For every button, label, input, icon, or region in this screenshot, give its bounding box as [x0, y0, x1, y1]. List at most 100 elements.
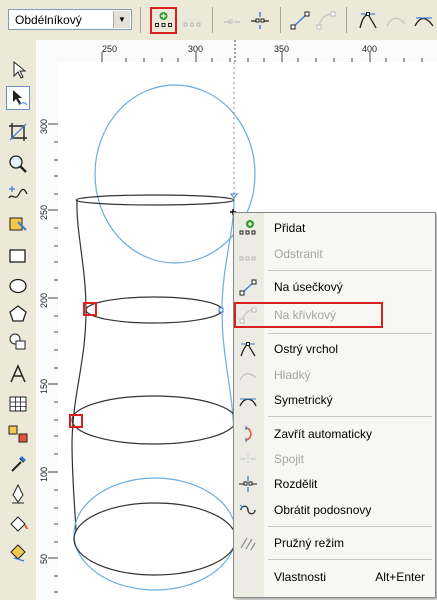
elastic-mode-icon: [240, 537, 256, 551]
ruler-label: 350: [274, 44, 290, 54]
menu-item-label: Ostrý vrchol: [274, 342, 339, 356]
menu-item-label: Přidat: [274, 221, 306, 235]
text-tool[interactable]: [6, 362, 30, 386]
menu-item-elastic-mode[interactable]: Pružný režim: [234, 532, 435, 554]
to-curve-icon: [316, 11, 336, 30]
menu-item-cusp[interactable]: Ostrý vrchol: [234, 338, 435, 360]
toolbar-separator: [346, 7, 347, 33]
ellipse-middle: [71, 395, 237, 445]
menu-item-label: Na úsečkový: [274, 280, 343, 294]
to-curve-button[interactable]: [314, 8, 338, 32]
fill-tool[interactable]: [6, 512, 30, 536]
eyedropper-icon: [11, 455, 27, 472]
symmetric-node-icon: [414, 17, 434, 27]
ruler-label: 300: [188, 44, 204, 54]
chevron-down-icon[interactable]: ▼: [113, 11, 130, 28]
ruler-label: 50: [39, 553, 49, 564]
node-highlight-box: [83, 302, 97, 316]
menu-item-label: Spojit: [274, 452, 305, 466]
ellipse-neck: [85, 296, 223, 324]
table-tool[interactable]: [6, 392, 30, 416]
break-curve-icon: [251, 12, 269, 29]
text-a-icon: [10, 364, 26, 383]
outline-pen-tool[interactable]: [6, 482, 30, 506]
crop-icon: [9, 123, 27, 141]
crop-tool[interactable]: [6, 120, 30, 144]
polygon-tool[interactable]: [6, 302, 30, 326]
break-apart-icon: [239, 476, 257, 492]
interactive-fill-icon: [10, 544, 26, 562]
smooth-node-icon: [239, 373, 257, 381]
break-curve-button[interactable]: [248, 8, 272, 32]
toolbar-separator: [212, 7, 213, 33]
add-node-icon: [239, 220, 256, 235]
pick-tool[interactable]: [6, 58, 30, 82]
menu-item-properties[interactable]: Vlastnosti Alt+Enter: [234, 566, 435, 588]
menu-separator: [268, 270, 432, 271]
ruler-label: 200: [39, 292, 49, 308]
delete-node-button[interactable]: [180, 8, 204, 32]
menu-item-reverse[interactable]: Obrátit podosnovy: [234, 499, 435, 521]
toolbox: [0, 40, 37, 600]
magnifier-icon: [9, 155, 27, 173]
top-blue-ellipse: [94, 84, 256, 264]
add-node-button[interactable]: [150, 7, 177, 34]
reverse-direction-icon: [239, 504, 256, 515]
property-bar: Obdélníkový ▼: [0, 0, 437, 41]
cusp-node-button[interactable]: [356, 8, 380, 32]
menu-item-label: Obrátit podosnovy: [274, 503, 372, 517]
smooth-node-button[interactable]: [384, 8, 408, 32]
menu-item-delete[interactable]: Odstranit: [234, 243, 435, 265]
basic-shapes-tool[interactable]: [6, 330, 30, 354]
freehand-curve-icon: [8, 186, 28, 199]
table-icon: [9, 396, 27, 412]
ellipse-base: [73, 502, 237, 576]
menu-item-smooth[interactable]: Hladký: [234, 364, 435, 386]
shape-tool[interactable]: [6, 86, 30, 110]
blend-icon: [8, 425, 28, 443]
smooth-node-icon: [386, 17, 406, 27]
horizontal-ruler[interactable]: 250 300 350 400: [36, 40, 437, 63]
vertical-ruler[interactable]: 300 250 200 150 100 50: [36, 62, 59, 600]
ellipse-tool[interactable]: [6, 274, 30, 298]
menu-item-label: Vlastnosti: [274, 570, 327, 584]
menu-item-label: Symetrický: [274, 393, 333, 407]
node-marker: [218, 307, 224, 313]
join-nodes-icon: [240, 453, 256, 465]
menu-item-label: Hladký: [274, 368, 311, 382]
menu-item-add[interactable]: Přidat: [234, 217, 435, 239]
toolbar-separator: [280, 7, 281, 33]
ellipse-bottom-blue: [73, 477, 237, 591]
vertical-ruler-ticks: [48, 123, 58, 593]
interactive-blend-tool[interactable]: [6, 422, 30, 446]
smart-fill-tool[interactable]: [6, 212, 30, 236]
menu-item-auto-close[interactable]: Zavřít automaticky: [234, 423, 435, 445]
ruler-label: 150: [39, 378, 49, 394]
freehand-tool[interactable]: [6, 182, 30, 206]
menu-item-symmetric[interactable]: Symetrický: [234, 389, 435, 411]
paint-bucket-icon: [10, 516, 28, 532]
rectangle-icon: [9, 249, 26, 263]
ellipse-top-rim: [75, 194, 235, 206]
interactive-fill-tool[interactable]: [6, 540, 30, 564]
pointer-arrow-icon: [13, 60, 27, 79]
symmetric-node-button[interactable]: [412, 8, 436, 32]
eyedropper-tool[interactable]: [6, 452, 30, 476]
shape-mode-select[interactable]: Obdélníkový ▼: [8, 9, 132, 30]
menu-separator: [268, 559, 432, 560]
menu-item-join[interactable]: Spojit: [234, 448, 435, 470]
to-line-button[interactable]: [288, 8, 312, 32]
delete-node-icon: [183, 22, 201, 27]
cusp-node-icon: [359, 12, 377, 29]
basic-shapes-icon: [9, 333, 26, 350]
add-node-icon: [155, 12, 172, 27]
menu-item-to-line[interactable]: Na úsečkový: [234, 276, 435, 298]
auto-close-icon: [245, 426, 252, 442]
pen-nib-icon: [12, 483, 24, 504]
join-nodes-button[interactable]: [220, 8, 244, 32]
menu-item-break[interactable]: Rozdělit: [234, 473, 435, 495]
zoom-tool[interactable]: [6, 152, 30, 176]
ruler-label: 250: [39, 204, 49, 220]
node-context-menu: Přidat Odstranit Na úsečkový Na křivkový…: [233, 212, 436, 598]
rectangle-tool[interactable]: [6, 244, 30, 268]
